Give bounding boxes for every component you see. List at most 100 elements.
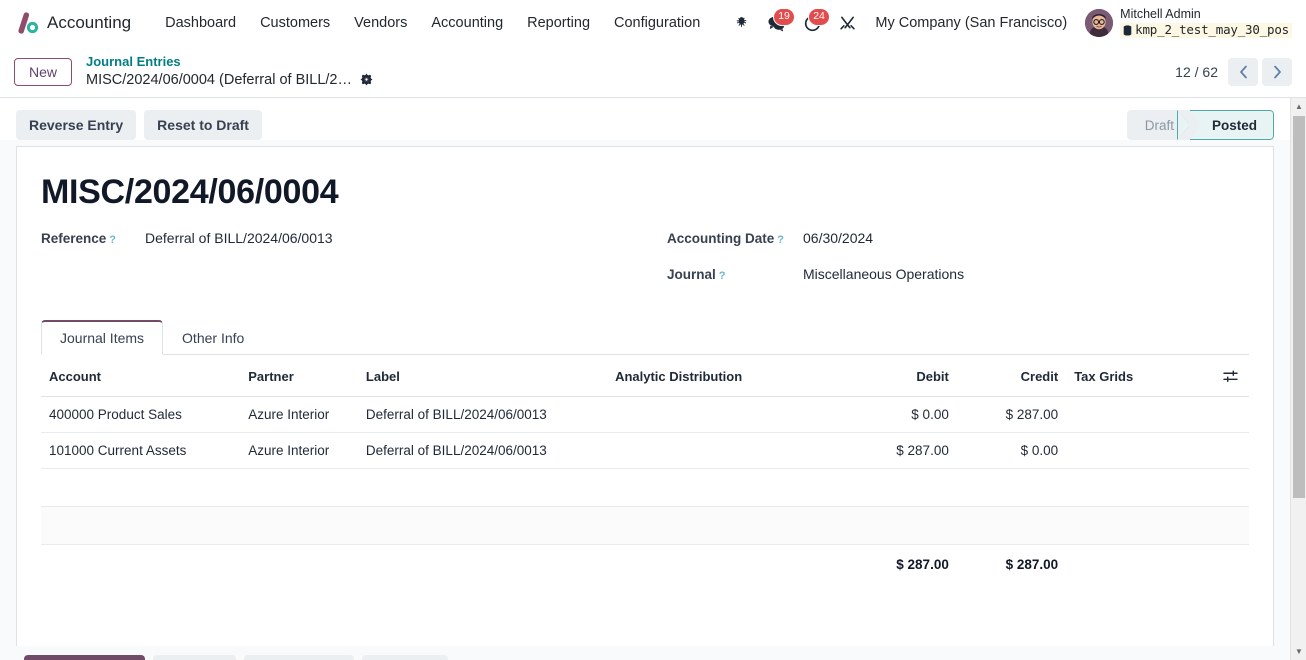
pager: 12 / 62 [1175, 57, 1292, 86]
chatter-toolbar: Send message Log note WhatsApp Activitie… [16, 646, 1274, 660]
cell-credit[interactable]: $ 287.00 [956, 396, 1067, 433]
cell-analytic[interactable] [607, 432, 836, 469]
field-accounting-date-label-text: Accounting Date [667, 231, 775, 246]
tools-icon[interactable] [830, 11, 865, 36]
log-note-button[interactable]: Log note [152, 655, 236, 660]
table-row[interactable]: 400000 Product Sales Azure Interior Defe… [41, 396, 1249, 433]
journal-items-table: Account Partner Label Analytic Distribut… [41, 355, 1249, 584]
user-avatar [1085, 9, 1114, 37]
help-icon[interactable]: ? [719, 270, 726, 282]
journal-items-footer: $ 287.00 $ 287.00 [41, 545, 1249, 585]
activities-clock-icon[interactable]: 24 [795, 7, 831, 36]
scroll-up-icon[interactable]: ▲ [1291, 98, 1306, 115]
cell-account[interactable]: 400000 Product Sales [41, 396, 241, 433]
scroll-down-icon[interactable]: ▼ [1291, 643, 1306, 660]
field-journal: Journal ? Miscellaneous Operations [667, 266, 1249, 282]
notebook-tabs: Journal Items Other Info [41, 320, 1249, 355]
bug-icon[interactable] [725, 12, 758, 35]
company-switcher[interactable]: My Company (San Francisco) [865, 9, 1077, 37]
cell-debit[interactable]: $ 287.00 [835, 432, 957, 469]
chevron-left-icon[interactable] [1228, 57, 1258, 86]
column-header-label[interactable]: Label [357, 355, 608, 397]
field-reference-label: Reference ? [41, 231, 145, 246]
status-posted-label: Posted [1211, 117, 1257, 133]
activities-button[interactable]: Activities [362, 655, 449, 660]
user-menu[interactable]: Mitchell Admin kmp_2_test_may_30_pos [1077, 3, 1298, 44]
field-accounting-date-value[interactable]: 06/30/2024 [803, 230, 873, 246]
main-menu: Dashboard Customers Vendors Accounting R… [153, 9, 712, 37]
vertical-scrollbar[interactable]: ▲ ▼ [1290, 98, 1306, 660]
navbar-right-tools: 19 24 My Company (San Francisco) Mitchel… [725, 3, 1298, 44]
user-name: Mitchell Admin [1120, 6, 1201, 21]
column-header-analytic-distribution[interactable]: Analytic Distribution [607, 355, 836, 397]
column-header-partner[interactable]: Partner [240, 355, 358, 397]
tab-other-info[interactable]: Other Info [163, 320, 263, 355]
brand-name[interactable]: Accounting [47, 13, 131, 33]
menu-item-dashboard[interactable]: Dashboard [153, 9, 248, 37]
cell-analytic[interactable] [607, 396, 836, 433]
messages-badge: 19 [772, 7, 796, 26]
help-icon[interactable]: ? [109, 234, 116, 246]
field-journal-label: Journal ? [667, 267, 803, 282]
messages-icon[interactable]: 19 [758, 7, 796, 36]
send-message-button[interactable]: Send message [24, 655, 145, 660]
total-credit: $ 287.00 [1005, 557, 1059, 572]
column-header-tax-grids[interactable]: Tax Grids [1066, 355, 1215, 397]
database-tag: kmp_2_test_may_30_pos [1120, 22, 1292, 38]
breadcrumb-parent-journal-entries[interactable]: Journal Entries [86, 54, 373, 70]
filler-cell [41, 506, 1249, 545]
filler-cell [41, 468, 1249, 507]
field-journal-value[interactable]: Miscellaneous Operations [803, 266, 964, 282]
cell-debit[interactable]: $ 0.00 [835, 396, 957, 433]
odoo-logo-icon[interactable] [14, 10, 40, 36]
total-debit: $ 287.00 [896, 557, 949, 572]
menu-item-accounting[interactable]: Accounting [419, 9, 515, 37]
column-header-credit[interactable]: Credit [956, 355, 1067, 397]
form-statusbar-row: Reverse Entry Reset to Draft Draft Poste… [0, 98, 1290, 140]
table-row[interactable]: 101000 Current Assets Azure Interior Def… [41, 432, 1249, 469]
column-options-header [1215, 355, 1249, 397]
cell-tax-grids[interactable] [1066, 396, 1215, 433]
whatsapp-button[interactable]: WhatsApp [243, 655, 355, 660]
field-reference-value[interactable]: Deferral of BILL/2024/06/0013 [145, 230, 333, 246]
database-name: kmp_2_test_may_30_pos [1135, 22, 1289, 38]
field-reference-label-text: Reference [41, 231, 107, 246]
cell-account[interactable]: 101000 Current Assets [41, 432, 241, 469]
totals-spacer-right [1066, 545, 1249, 585]
table-header-row: Account Partner Label Analytic Distribut… [41, 355, 1249, 397]
form-view-content: Reverse Entry Reset to Draft Draft Poste… [0, 98, 1306, 660]
chevron-right-icon[interactable] [1262, 57, 1292, 86]
help-icon[interactable]: ? [777, 234, 784, 246]
reset-to-draft-button[interactable]: Reset to Draft [144, 110, 262, 140]
cell-label[interactable]: Deferral of BILL/2024/06/0013 [357, 396, 608, 433]
activities-badge: 24 [807, 7, 831, 26]
cell-partner[interactable]: Azure Interior [240, 396, 358, 433]
cell-partner[interactable]: Azure Interior [240, 432, 358, 469]
scrollbar-thumb[interactable] [1293, 116, 1305, 498]
menu-item-reporting[interactable]: Reporting [515, 9, 602, 37]
breadcrumb-current: MISC/2024/06/0004 (Deferral of BILL/2… [86, 71, 373, 89]
cell-label[interactable]: Deferral of BILL/2024/06/0013 [357, 432, 608, 469]
tab-journal-items[interactable]: Journal Items [41, 320, 164, 355]
reverse-entry-button[interactable]: Reverse Entry [16, 110, 137, 140]
cell-row-options [1215, 432, 1249, 469]
new-button[interactable]: New [14, 57, 73, 86]
menu-item-vendors[interactable]: Vendors [342, 9, 419, 37]
status-chevron-icon [1178, 111, 1191, 139]
totals-row: $ 287.00 $ 287.00 [41, 545, 1249, 585]
menu-item-customers[interactable]: Customers [248, 9, 342, 37]
column-header-account[interactable]: Account [41, 355, 241, 397]
column-header-debit[interactable]: Debit [835, 355, 957, 397]
control-panel: New Journal Entries MISC/2024/06/0004 (D… [0, 46, 1306, 98]
menu-item-configuration[interactable]: Configuration [602, 9, 712, 37]
gear-icon[interactable] [360, 73, 373, 86]
column-options-icon[interactable] [1223, 370, 1241, 383]
table-filler-row [41, 506, 1249, 545]
cell-credit[interactable]: $ 0.00 [956, 432, 1067, 469]
journal-items-head: Account Partner Label Analytic Distribut… [41, 355, 1249, 397]
field-journal-label-text: Journal [667, 267, 716, 282]
page-title: MISC/2024/06/0004 [41, 173, 339, 211]
header-fields: Reference ? Deferral of BILL/2024/06/001… [41, 230, 1249, 302]
cell-tax-grids[interactable] [1066, 432, 1215, 469]
status-posted[interactable]: Posted [1176, 110, 1274, 140]
